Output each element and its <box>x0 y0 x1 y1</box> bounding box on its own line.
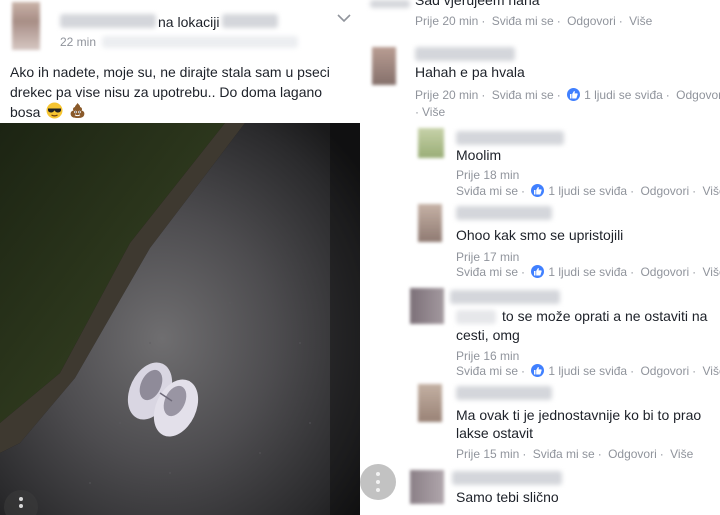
comment-text: Moolim <box>456 147 502 163</box>
location-name-redacted[interactable] <box>222 14 278 28</box>
post-location-label: na lokaciji <box>158 14 220 30</box>
likes-count[interactable]: 1 ljudi se sviđa <box>548 364 627 378</box>
comment-meta: Prije 15 min · Sviđa mi se · Odgovori · Viš… <box>456 447 694 461</box>
like-link[interactable]: Sviđa mi se <box>456 184 518 198</box>
commenter-name-redacted[interactable] <box>450 290 560 304</box>
commenter-avatar[interactable] <box>410 470 444 504</box>
dot-icon <box>376 480 380 484</box>
comment-text-line2: cesti, omg <box>456 327 520 343</box>
commenter-avatar[interactable] <box>372 47 396 85</box>
like-link[interactable]: Sviđa mi se <box>456 364 518 378</box>
reply-link[interactable]: Odgovori <box>640 265 689 279</box>
commenter-name-redacted[interactable] <box>456 386 552 400</box>
comment-text: Ohoo kak smo se upristojili <box>456 227 624 243</box>
comment-time[interactable]: Prije 17 min <box>456 250 519 264</box>
comment-meta: Prije 20 min · Sviđa mi se · 1 ljudi se sv… <box>415 87 720 103</box>
reply-link[interactable]: Odgovori <box>640 364 689 378</box>
dot-icon <box>19 504 23 508</box>
commenter-name-redacted[interactable] <box>452 471 562 485</box>
comment-time[interactable]: Prije 18 min <box>456 168 519 182</box>
dot-icon <box>376 472 380 476</box>
reply-link[interactable]: Odgovori <box>608 447 657 461</box>
post-header: na lokaciji 22 min <box>0 0 360 60</box>
thumbs-up-icon <box>567 88 581 101</box>
thumbs-up-icon <box>531 364 545 377</box>
reply-link[interactable]: Odgovori <box>567 14 616 28</box>
commenter-avatar-redacted[interactable] <box>370 0 410 8</box>
more-link[interactable]: Više <box>702 364 720 378</box>
commenter-avatar[interactable] <box>418 204 442 242</box>
post-panel: na lokaciji 22 min Ako ih nadete, moje s… <box>0 0 360 515</box>
dot-icon <box>376 488 380 492</box>
comment-meta: Prije 20 min · Sviđa mi se · Odgovori · Viš… <box>415 14 653 28</box>
comment-meta: Sviđa mi se · 1 ljudi se sviđa · Odgovori ·… <box>456 183 720 199</box>
more-link[interactable]: Više <box>629 14 652 28</box>
comment-text-line2: lakse ostavit <box>456 425 534 441</box>
like-link[interactable]: Sviđa mi se <box>492 88 554 102</box>
comment-time-row: Prije 17 min <box>456 249 519 265</box>
likes-count[interactable]: 1 ljudi se sviđa <box>548 184 627 198</box>
post-message: Ako ih nadete, moje su, ne dirajte stala… <box>10 62 350 124</box>
more-link[interactable]: Više <box>702 184 720 198</box>
thumbs-up-icon <box>531 184 545 197</box>
reply-link[interactable]: Odgovori <box>640 184 689 198</box>
likes-count[interactable]: 1 ljudi se sviđa <box>584 88 663 102</box>
author-name-redacted[interactable] <box>60 14 156 28</box>
comment-time[interactable]: Prije 15 min <box>456 447 519 461</box>
more-options-button[interactable] <box>360 464 396 500</box>
chevron-down-icon[interactable] <box>337 14 351 24</box>
commenter-avatar[interactable] <box>418 128 444 158</box>
poop-emoji-icon <box>69 102 86 124</box>
comment-text-line1: to se može oprati a ne ostaviti na <box>502 308 708 324</box>
commenter-name-redacted[interactable] <box>456 206 552 220</box>
comment-time-row: Prije 16 min <box>456 348 519 364</box>
like-link[interactable]: Sviđa mi se <box>456 265 518 279</box>
reply-link[interactable]: Odgovori <box>676 88 720 102</box>
comment-text-line1: Ma ovak ti je jednostavnije ko bi to pra… <box>456 407 702 423</box>
comment-time[interactable]: Prije 20 min <box>415 14 478 28</box>
post-privacy-redacted <box>102 36 298 48</box>
comment-meta-wrap: · Više <box>415 105 446 119</box>
comment-meta: Sviđa mi se · 1 ljudi se sviđa · Odgovori ·… <box>456 363 720 379</box>
commenter-avatar[interactable] <box>410 288 444 324</box>
dot-icon <box>19 497 23 501</box>
comment-time-row: Prije 18 min <box>456 167 519 183</box>
more-link[interactable]: Više <box>702 265 720 279</box>
commenter-avatar[interactable] <box>418 384 442 422</box>
comment-text: Hahah e pa hvala <box>415 64 525 80</box>
comment-text-cut: Sad vjerujeem haha <box>415 0 540 8</box>
author-avatar[interactable] <box>12 2 40 50</box>
more-link[interactable]: Više <box>422 105 445 119</box>
sunglasses-emoji-icon <box>46 102 63 124</box>
likes-count[interactable]: 1 ljudi se sviđa <box>548 265 627 279</box>
comment-time[interactable]: Prije 16 min <box>456 349 519 363</box>
comment-text: Samo tebi slično <box>456 489 559 505</box>
post-timestamp[interactable]: 22 min <box>60 35 96 49</box>
post-photo[interactable] <box>0 123 360 515</box>
comment-meta: Sviđa mi se · 1 ljudi se sviđa · Odgovori ·… <box>456 264 720 280</box>
commenter-name-redacted[interactable] <box>415 47 515 61</box>
comment-time[interactable]: Prije 20 min <box>415 88 478 102</box>
commenter-name-redacted[interactable] <box>456 310 496 324</box>
commenter-name-redacted[interactable] <box>456 131 564 145</box>
like-link[interactable]: Sviđa mi se <box>533 447 595 461</box>
more-link[interactable]: Više <box>670 447 693 461</box>
comments-panel: Sad vjerujeem haha Prije 20 min · Sviđa m… <box>360 0 720 515</box>
like-link[interactable]: Sviđa mi se <box>492 14 554 28</box>
thumbs-up-icon <box>531 265 545 278</box>
